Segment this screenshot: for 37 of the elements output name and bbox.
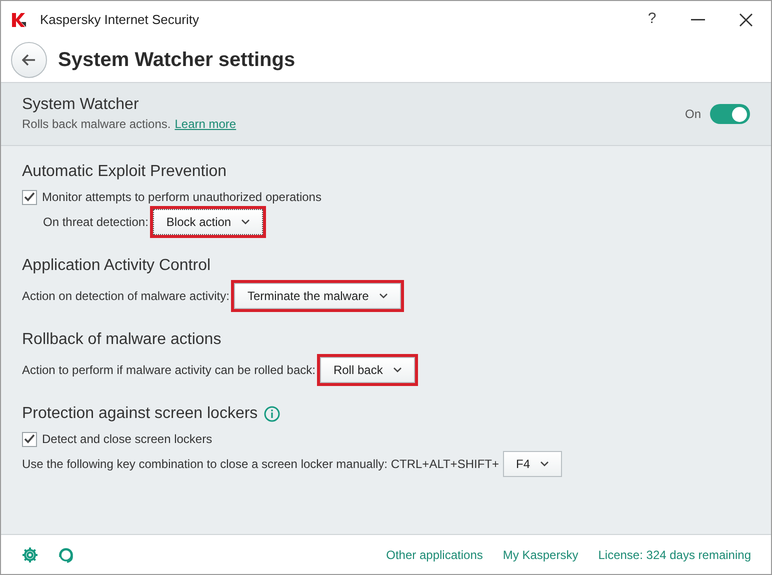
checkbox[interactable] (22, 432, 37, 446)
chevron-down-icon (378, 293, 388, 299)
section-title: Protection against screen lockers (22, 404, 258, 424)
section-title: Rollback of malware actions (22, 330, 222, 350)
info-icon[interactable] (264, 406, 280, 422)
footer-link[interactable]: Other applications (386, 546, 483, 564)
help-button[interactable]: ? (629, 4, 675, 34)
toggle-switch[interactable] (710, 104, 750, 124)
checkbox-label: Monitor attempts to perform unauthorized operations (42, 189, 322, 206)
field-label: Use the following key combination to close a screen locker manually: CTRL+ALT+SHIFT+ (22, 456, 499, 473)
checkbox[interactable] (22, 190, 37, 204)
app-logo-icon (11, 12, 27, 28)
settings-icon[interactable] (21, 546, 39, 564)
dropdown[interactable]: Block action (153, 209, 264, 235)
window-title: Kaspersky Internet Security (40, 10, 199, 29)
feature-title: System Watcher (22, 95, 140, 115)
close-icon (739, 12, 753, 26)
section-title: Automatic Exploit Prevention (22, 162, 227, 182)
back-button[interactable] (11, 42, 47, 78)
dropdown[interactable]: Terminate the malware (234, 283, 401, 309)
chevron-down-icon (540, 461, 550, 467)
field-label: Action to perform if malware activity can be rolled back: (22, 362, 316, 379)
section-title: Application Activity Control (22, 256, 211, 276)
feature-description: Rolls back malware actions. (22, 116, 171, 133)
field-label: On threat detection: (43, 214, 148, 231)
dropdown[interactable]: F4 (503, 451, 562, 477)
minimize-icon (691, 18, 705, 20)
footer-link[interactable]: My Kaspersky (502, 546, 578, 564)
footer-link[interactable]: License: 324 days remaining (598, 546, 751, 564)
dropdown[interactable]: Roll back (320, 357, 415, 383)
page-title: System Watcher settings (58, 48, 296, 73)
chevron-down-icon (392, 367, 402, 373)
chevron-down-icon (241, 219, 250, 225)
checkbox-label: Detect and close screen lockers (42, 431, 212, 448)
field-label: Action on detection of malware activity: (22, 288, 230, 305)
back-arrow-icon (22, 54, 36, 66)
toggle-label: On (684, 106, 701, 123)
